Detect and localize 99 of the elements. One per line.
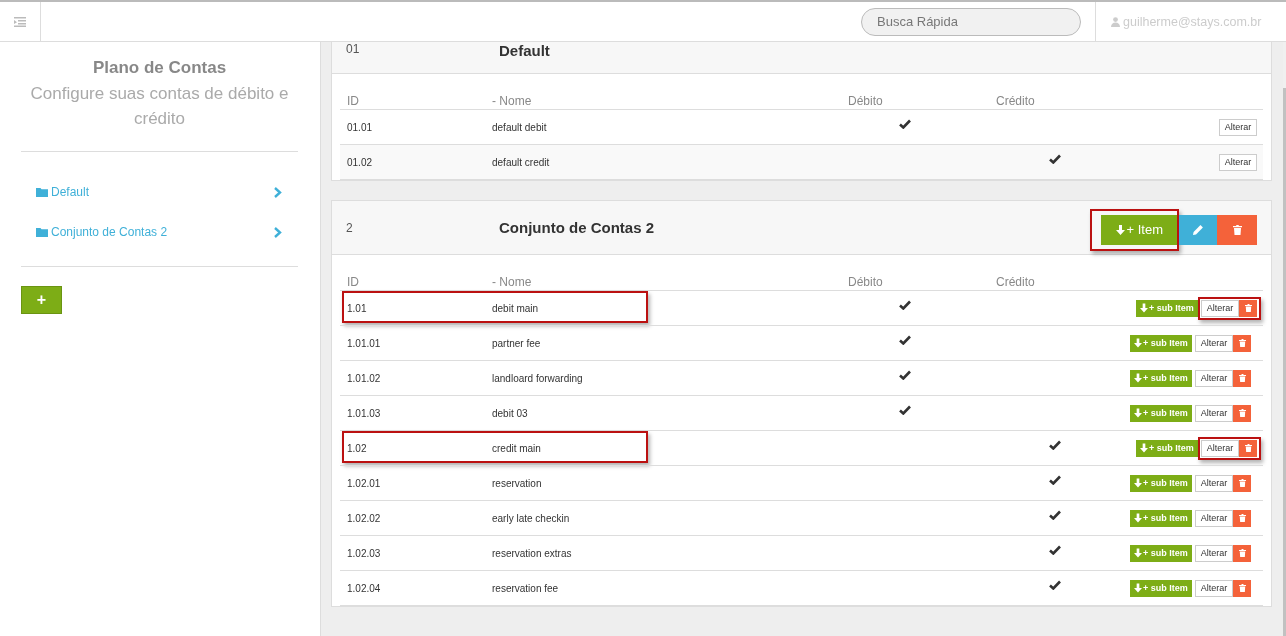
delete-button[interactable] (1233, 369, 1252, 387)
delete-button[interactable] (1233, 579, 1252, 597)
add-button[interactable]: + (21, 286, 62, 314)
trash-icon (1238, 338, 1246, 348)
menu-icon[interactable] (14, 16, 26, 27)
edit-button[interactable]: Alterar (1194, 544, 1234, 562)
folder-icon (36, 227, 48, 237)
column-header: Crédito (995, 275, 1036, 289)
arrow-down-icon (1134, 478, 1142, 488)
add-sub-item-button[interactable]: + sub Item (1136, 299, 1198, 317)
edit-button[interactable]: Alterar (1194, 369, 1234, 387)
arrow-down-icon (1134, 408, 1142, 418)
arrow-down-icon (1134, 373, 1142, 383)
account-id: 1.02.01 (346, 477, 382, 489)
edit-button[interactable]: Alterar (1194, 404, 1234, 422)
account-name: credit main (492, 442, 542, 454)
folder-icon (36, 187, 48, 197)
section-title: Conjunto de Contas 2 (499, 219, 655, 236)
edit-button[interactable]: Alterar (1218, 153, 1258, 171)
arrow-down-icon (1134, 548, 1142, 558)
edit-button[interactable]: Alterar (1200, 439, 1240, 457)
trash-icon (1238, 478, 1246, 488)
column-header: - Nome (492, 275, 533, 289)
arrow-down-icon (1134, 338, 1142, 348)
column-header: - Nome (492, 94, 533, 108)
add-sub-item-button[interactable]: + sub Item (1136, 439, 1198, 457)
page-title: Plano de Contas (91, 58, 228, 78)
delete-button[interactable] (1233, 474, 1252, 492)
add-sub-item-button[interactable]: + sub Item (1130, 509, 1192, 527)
account-name: partner fee (492, 337, 542, 349)
account-set-item[interactable]: Conjunto de Contas 2 (21, 212, 298, 252)
account-name: default debit (492, 121, 548, 133)
account-set-item[interactable]: Default (21, 172, 298, 212)
add-sub-item-button[interactable]: + sub Item (1130, 544, 1192, 562)
arrow-down-icon (1134, 513, 1142, 523)
account-name: early late checkin (492, 512, 571, 524)
user-icon (1111, 16, 1120, 27)
delete-button[interactable] (1233, 334, 1252, 352)
section-id: 01 (346, 42, 361, 56)
account-id: 1.02.04 (346, 582, 382, 594)
arrow-down-icon (1140, 443, 1148, 453)
column-header: ID (346, 94, 360, 108)
edit-button[interactable]: Alterar (1200, 299, 1240, 317)
account-name: debit 03 (492, 407, 529, 419)
arrow-down-icon (1134, 583, 1142, 593)
section-title: Default (499, 42, 551, 59)
trash-icon (1244, 303, 1252, 313)
account-name: debit main (492, 302, 540, 314)
delete-button[interactable] (1233, 544, 1252, 562)
chevron-right-icon[interactable] (274, 226, 282, 238)
delete-button[interactable] (1233, 404, 1252, 422)
delete-button[interactable] (1233, 509, 1252, 527)
account-id: 1.02.02 (346, 512, 382, 524)
edit-button[interactable]: Alterar (1194, 474, 1234, 492)
column-header: ID (346, 275, 360, 289)
edit-button[interactable]: Alterar (1218, 118, 1258, 136)
search-field[interactable]: Busca Rápida (861, 7, 1081, 36)
account-id: 1.01.03 (346, 407, 382, 419)
account-id: 1.01.01 (346, 337, 382, 349)
arrow-down-icon (1115, 224, 1125, 235)
account-name: reservation extras (492, 547, 573, 559)
edit-button[interactable]: Alterar (1194, 509, 1234, 527)
delete-button[interactable] (1239, 299, 1258, 317)
add-sub-item-button[interactable]: + sub Item (1130, 579, 1192, 597)
account-id: 1.01.02 (346, 372, 382, 384)
trash-icon (1232, 224, 1242, 235)
add-sub-item-button[interactable]: + sub Item (1130, 474, 1192, 492)
delete-button[interactable] (1239, 439, 1258, 457)
chevron-right-icon[interactable] (274, 186, 282, 198)
add-sub-item-button[interactable]: + sub Item (1130, 369, 1192, 387)
trash-icon (1238, 373, 1246, 383)
trash-icon (1238, 548, 1246, 558)
delete-button[interactable] (1217, 214, 1258, 245)
trash-icon (1238, 513, 1246, 523)
account-name: reservation fee (492, 582, 560, 594)
edit-button[interactable] (1179, 214, 1218, 245)
trash-icon (1238, 583, 1246, 593)
add-item-button[interactable]: + Item (1101, 214, 1178, 245)
arrow-down-icon (1140, 303, 1148, 313)
column-header: Débito (847, 275, 884, 289)
trash-icon (1238, 408, 1246, 418)
page-subtitle: Configure suas contas de débito e crédito (29, 83, 290, 130)
account-id: 1.01 (346, 302, 368, 314)
pencil-icon (1192, 224, 1204, 235)
account-id: 1.02 (346, 442, 368, 454)
trash-icon (1244, 443, 1252, 453)
add-sub-item-button[interactable]: + sub Item (1130, 334, 1192, 352)
account-id: 01.02 (346, 156, 374, 168)
column-header: Crédito (995, 94, 1036, 108)
account-id: 01.01 (346, 121, 374, 133)
account-name: reservation (492, 477, 543, 489)
column-header: Débito (847, 94, 884, 108)
edit-button[interactable]: Alterar (1194, 579, 1234, 597)
edit-button[interactable]: Alterar (1194, 334, 1234, 352)
account-name: landloard forwarding (492, 372, 584, 384)
account-id: 1.02.03 (346, 547, 382, 559)
section-id: 2 (346, 220, 354, 235)
add-sub-item-button[interactable]: + sub Item (1130, 404, 1192, 422)
account-name: default credit (492, 156, 551, 168)
